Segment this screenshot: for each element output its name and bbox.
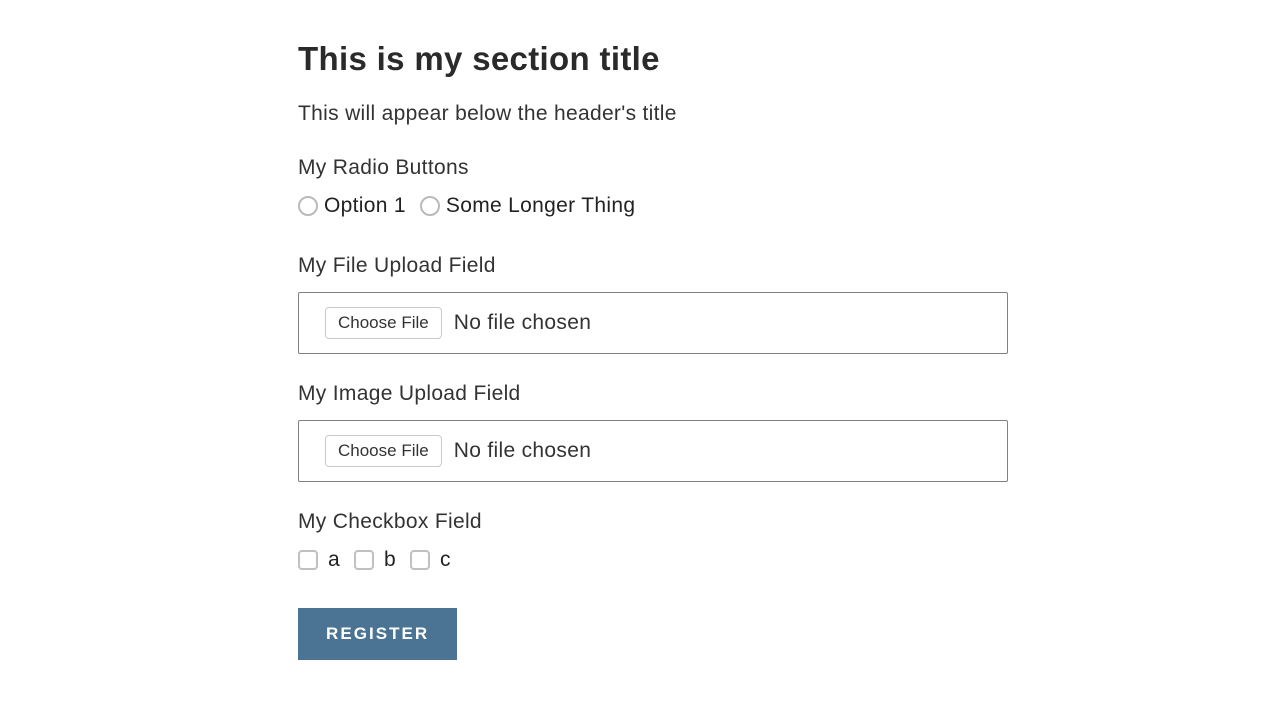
checkbox-item-b: b xyxy=(354,548,396,572)
checkbox-input-b[interactable] xyxy=(354,550,374,570)
checkbox-input-a[interactable] xyxy=(298,550,318,570)
image-upload-status: No file chosen xyxy=(454,439,592,463)
file-upload-label: My File Upload Field xyxy=(298,254,1010,278)
choose-image-button[interactable]: Choose File xyxy=(325,435,442,467)
form-container: This is my section title This will appea… xyxy=(0,0,1010,660)
image-upload-label: My Image Upload Field xyxy=(298,382,1010,406)
choose-file-button[interactable]: Choose File xyxy=(325,307,442,339)
section-subtitle: This will appear below the header's titl… xyxy=(298,102,1010,126)
checkbox-label-b: b xyxy=(384,548,396,572)
image-upload-input[interactable]: Choose File No file chosen xyxy=(298,420,1008,482)
checkbox-input-c[interactable] xyxy=(410,550,430,570)
checkbox-label-c: c xyxy=(440,548,451,572)
radio-input-option-2[interactable] xyxy=(420,196,440,216)
radio-input-option-1[interactable] xyxy=(298,196,318,216)
checkbox-label-a: a xyxy=(328,548,340,572)
radio-label-option-1: Option 1 xyxy=(324,194,406,218)
file-upload-field: My File Upload Field Choose File No file… xyxy=(298,254,1010,354)
radio-group-label: My Radio Buttons xyxy=(298,156,1010,180)
radio-item-option-1: Option 1 xyxy=(298,194,406,218)
checkbox-item-c: c xyxy=(410,548,451,572)
checkbox-item-a: a xyxy=(298,548,340,572)
radio-item-option-2: Some Longer Thing xyxy=(420,194,635,218)
checkbox-group-label: My Checkbox Field xyxy=(298,510,1010,534)
radio-group: Option 1 Some Longer Thing xyxy=(298,194,1010,218)
section-title: This is my section title xyxy=(298,40,1010,78)
image-upload-field: My Image Upload Field Choose File No fil… xyxy=(298,382,1010,482)
radio-label-option-2: Some Longer Thing xyxy=(446,194,635,218)
file-upload-input[interactable]: Choose File No file chosen xyxy=(298,292,1008,354)
register-button[interactable]: REGISTER xyxy=(298,608,457,660)
checkbox-group: a b c xyxy=(298,548,1010,572)
file-upload-status: No file chosen xyxy=(454,311,592,335)
